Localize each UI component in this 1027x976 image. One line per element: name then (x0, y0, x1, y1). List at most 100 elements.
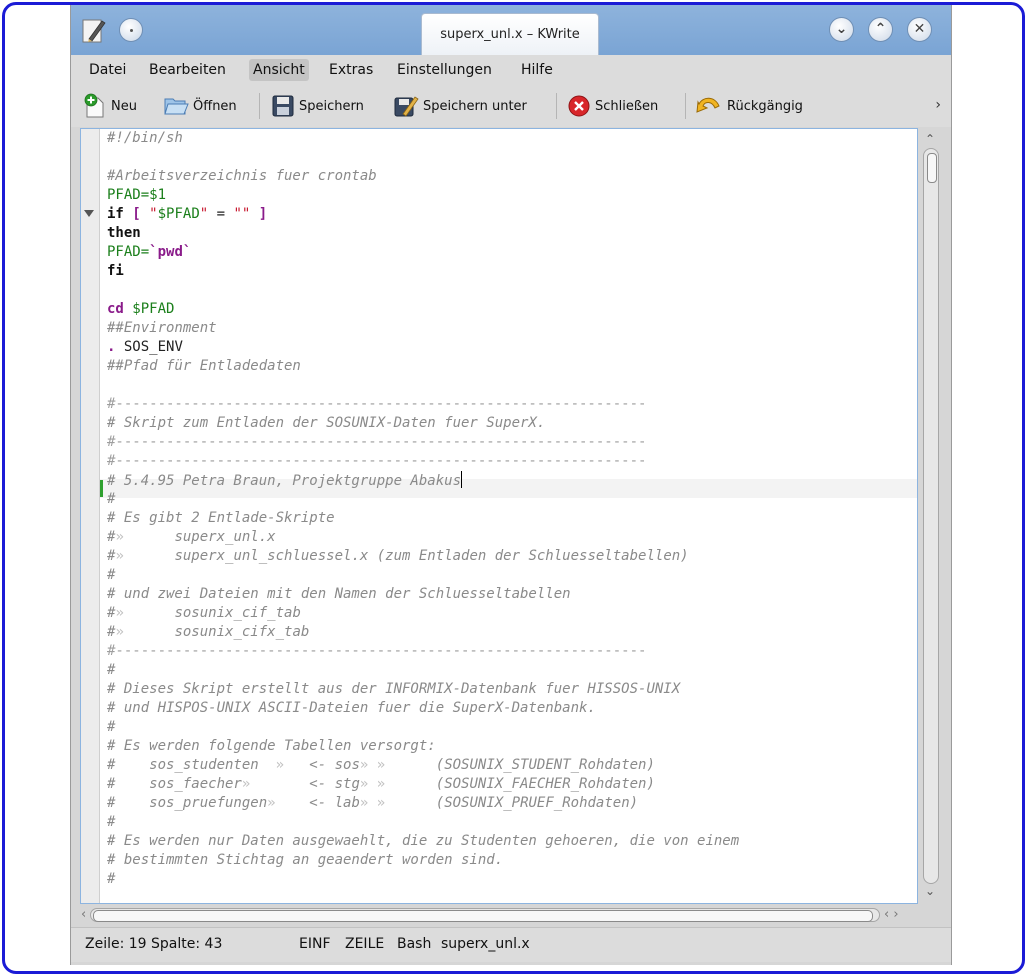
code-line[interactable]: fi (107, 262, 739, 281)
menu-bearbeiten[interactable]: Bearbeiten (145, 59, 230, 81)
close-document-button-label: Schließen (595, 98, 659, 114)
horizontal-scroll-track[interactable] (90, 908, 880, 922)
code-line[interactable]: #!/bin/sh (107, 129, 739, 148)
undo-button[interactable]: Rückgängig (695, 91, 803, 121)
code-line[interactable]: #» superx_unl.x (107, 528, 739, 547)
code-line[interactable]: # Es gibt 2 Entlade-Skripte (107, 509, 739, 528)
new-button-label: Neu (111, 98, 137, 114)
code-line[interactable]: # (107, 870, 739, 889)
code-line[interactable]: # (107, 718, 739, 737)
code-line[interactable]: # bestimmten Stichtag an geaendert worde… (107, 851, 739, 870)
code-line[interactable]: . SOS_ENV (107, 338, 739, 357)
main-toolbar: Neu Öffnen Speichern Speichern unter Sch… (71, 85, 951, 127)
kwrite-window: superx_unl.x – KWrite ⌄ ⌃ ✕ Datei Bearbe… (70, 5, 952, 965)
fold-arrow-icon[interactable] (84, 210, 94, 217)
title-bar[interactable]: superx_unl.x – KWrite ⌄ ⌃ ✕ (71, 5, 951, 55)
code-line[interactable]: #---------------------------------------… (107, 642, 739, 661)
insert-mode-indicator[interactable]: EINF (299, 936, 331, 952)
close-document-button[interactable]: Schließen (567, 91, 658, 121)
code-line[interactable]: # Es werden nur Daten ausgewaehlt, die z… (107, 832, 739, 851)
undo-icon (696, 97, 720, 113)
code-content[interactable]: #!/bin/sh​#Arbeitsverzeichnis fuer cront… (107, 129, 739, 889)
vertical-scroll-track[interactable] (923, 148, 939, 884)
code-line[interactable]: #---------------------------------------… (107, 395, 739, 414)
code-line[interactable]: ​ (107, 281, 739, 300)
menu-einstellungen[interactable]: Einstellungen (393, 59, 496, 81)
toolbar-separator (556, 93, 557, 119)
scroll-up-icon[interactable]: ⌃ (925, 132, 935, 146)
modified-line-marker (100, 480, 103, 497)
save-button[interactable]: Speichern (271, 91, 364, 121)
status-bar: Zeile: 19 Spalte: 43 EINF ZEILE Bash sup… (71, 927, 951, 962)
code-line[interactable]: #» superx_unl_schluessel.x (zum Entladen… (107, 547, 739, 566)
menu-datei[interactable]: Datei (85, 59, 130, 81)
code-line[interactable]: # (107, 813, 739, 832)
chevron-down-icon: ⌄ (835, 21, 848, 37)
scroll-down-icon[interactable]: ⌄ (925, 884, 935, 898)
code-line[interactable]: #---------------------------------------… (107, 452, 739, 471)
vertical-scroll-thumb[interactable] (927, 153, 937, 183)
save-as-button[interactable]: Speichern unter (393, 91, 527, 121)
syntax-mode-indicator[interactable]: Bash (397, 936, 431, 952)
horizontal-scroll-thumb[interactable] (93, 910, 873, 922)
code-line[interactable]: # und zwei Dateien mit den Namen der Sch… (107, 585, 739, 604)
menu-extras[interactable]: Extras (325, 59, 377, 81)
code-line[interactable]: # (107, 661, 739, 680)
code-line[interactable]: # sos_pruefungen» <- lab» » (SOSUNIX_PRU… (107, 794, 739, 813)
code-line[interactable]: #---------------------------------------… (107, 433, 739, 452)
close-circle-icon (568, 95, 590, 117)
save-button-label: Speichern (299, 98, 364, 114)
code-line[interactable]: if [ "$PFAD" = "" ] (107, 205, 739, 224)
code-line[interactable]: # sos_faecher» <- stg» » (SOSUNIX_FAECHE… (107, 775, 739, 794)
undo-button-label: Rückgängig (727, 98, 803, 114)
maximize-button[interactable]: ⌃ (868, 17, 893, 42)
code-line[interactable]: # 5.4.95 Petra Braun, Projektgruppe Abak… (107, 471, 739, 490)
code-line[interactable]: # (107, 490, 739, 509)
kwrite-app-icon[interactable] (81, 17, 107, 45)
menu-ansicht[interactable]: Ansicht (249, 59, 309, 81)
toolbar-separator (259, 93, 260, 119)
horizontal-scrollbar[interactable]: ‹ ‹ › (80, 905, 918, 925)
text-editor-area[interactable]: #!/bin/sh​#Arbeitsverzeichnis fuer cront… (80, 128, 918, 904)
code-line[interactable]: # sos_studenten » <- sos» » (SOSUNIX_STU… (107, 756, 739, 775)
minimize-button[interactable]: ⌄ (829, 17, 854, 42)
scroll-left-right-icon[interactable]: ‹ › (884, 907, 899, 922)
cursor-position: Zeile: 19 Spalte: 43 (85, 936, 223, 952)
close-window-button[interactable]: ✕ (907, 17, 932, 42)
code-line[interactable]: ##Pfad für Entladedaten (107, 357, 739, 376)
toolbar-overflow-button[interactable]: › (935, 97, 941, 113)
code-line[interactable]: ​ (107, 376, 739, 395)
code-line[interactable]: #» sosunix_cif_tab (107, 604, 739, 623)
vertical-scrollbar[interactable]: ⌃ ⌄ (921, 128, 941, 904)
code-line[interactable]: # Es werden folgende Tabellen versorgt: (107, 737, 739, 756)
save-as-button-label: Speichern unter (423, 98, 527, 114)
new-document-icon (84, 93, 104, 118)
code-line[interactable]: # (107, 566, 739, 585)
code-line[interactable]: then (107, 224, 739, 243)
scroll-left-icon[interactable]: ‹ (81, 907, 86, 922)
code-line[interactable]: # Skript zum Entladen der SOSUNIX-Daten … (107, 414, 739, 433)
toolbar-separator (685, 93, 686, 119)
selection-mode-indicator[interactable]: ZEILE (345, 936, 384, 952)
open-button[interactable]: Öffnen (163, 91, 237, 121)
window-menu-button[interactable] (119, 18, 143, 42)
open-button-label: Öffnen (193, 98, 237, 114)
close-icon: ✕ (913, 21, 926, 37)
menu-hilfe[interactable]: Hilfe (517, 59, 557, 81)
code-line[interactable]: ​ (107, 148, 739, 167)
text-cursor (461, 471, 463, 488)
file-name: superx_unl.x (441, 936, 530, 952)
code-line[interactable]: # und HISPOS-UNIX ASCII-Dateien fuer die… (107, 699, 739, 718)
code-line[interactable]: #» sosunix_cifx_tab (107, 623, 739, 642)
window-title: superx_unl.x – KWrite (421, 13, 599, 55)
menu-bar: Datei Bearbeiten Ansicht Extras Einstell… (71, 55, 951, 85)
editor-gutter[interactable] (81, 129, 100, 903)
code-line[interactable]: # Dieses Skript erstellt aus der INFORMI… (107, 680, 739, 699)
code-line[interactable]: ##Environment (107, 319, 739, 338)
code-line[interactable]: PFAD=`pwd` (107, 243, 739, 262)
code-line[interactable]: #Arbeitsverzeichnis fuer crontab (107, 167, 739, 186)
new-button[interactable]: Neu (83, 91, 137, 121)
floppy-disk-icon (272, 95, 294, 117)
code-line[interactable]: PFAD=$1 (107, 186, 739, 205)
code-line[interactable]: cd $PFAD (107, 300, 739, 319)
